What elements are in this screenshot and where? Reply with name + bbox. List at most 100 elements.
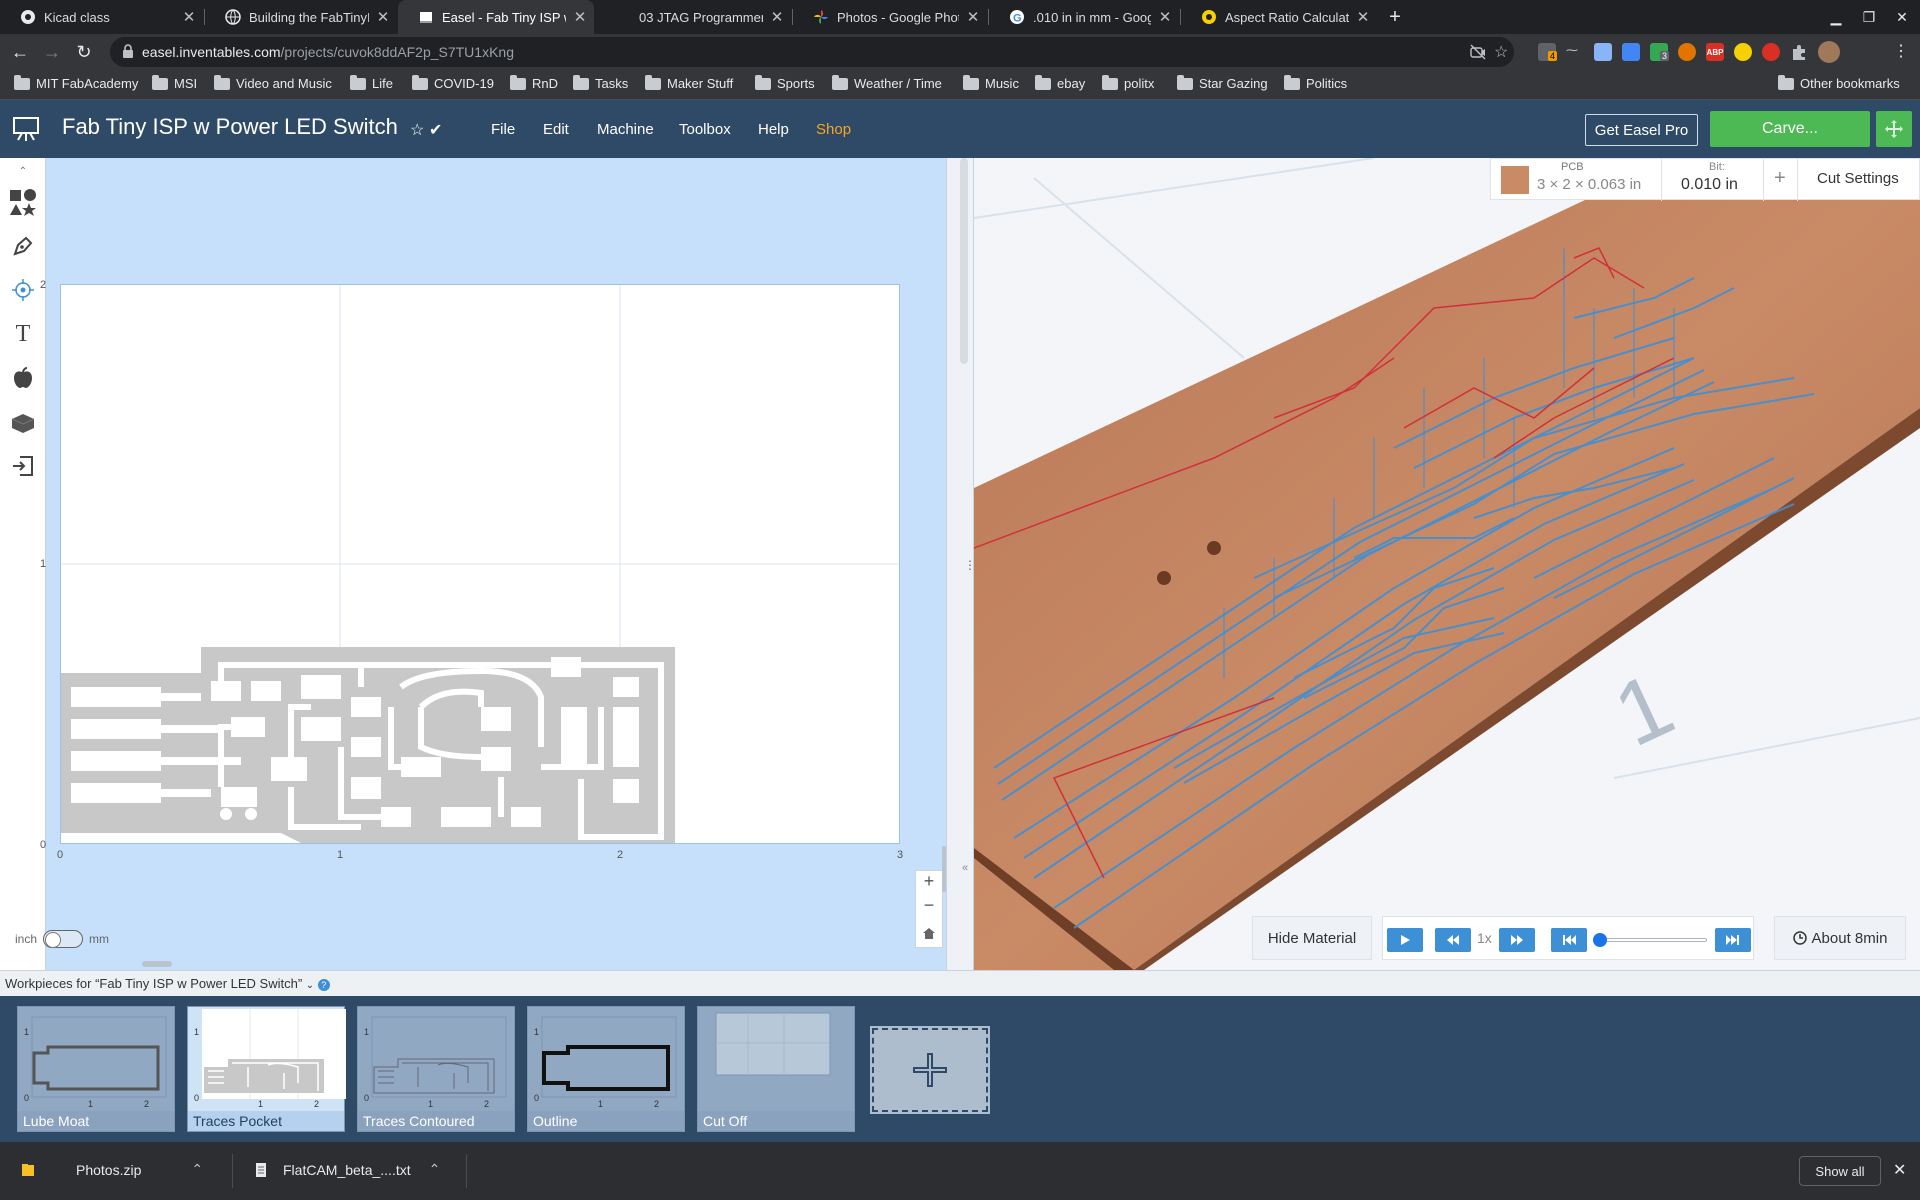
progress-slider-knob[interactable] <box>1593 933 1607 947</box>
point-tool-icon[interactable] <box>3 270 43 310</box>
close-icon[interactable]: ✕ <box>959 8 987 26</box>
close-downloads-icon[interactable]: ✕ <box>1893 1160 1906 1180</box>
address-bar[interactable]: easel.inventables.com/projects/cuvok8ddA… <box>110 37 1514 67</box>
extension-dots-icon[interactable]: ⁓ <box>1566 43 1584 61</box>
easel-logo-icon[interactable] <box>12 116 40 142</box>
close-icon[interactable]: ✕ <box>369 8 397 26</box>
pen-tool-icon[interactable] <box>3 226 43 266</box>
forward-arrow-icon[interactable]: → <box>38 38 66 66</box>
menu-help[interactable]: Help <box>758 121 789 138</box>
extension-ring-icon[interactable] <box>1734 43 1752 61</box>
design-canvas[interactable]: 2 1 0 0 1 2 3 + − <box>40 158 946 970</box>
tab-aspect-ratio-calculator[interactable]: Aspect Ratio Calculator (ARC) ✕ <box>1181 0 1377 34</box>
close-icon[interactable]: ✕ <box>1349 8 1377 26</box>
shapes-tool-icon[interactable] <box>3 182 43 222</box>
workpiece-material[interactable] <box>60 284 900 844</box>
extension-cloud-icon[interactable]: 4 <box>1538 43 1558 61</box>
hide-material-button[interactable]: Hide Material <box>1252 916 1372 960</box>
skip-start-button[interactable] <box>1551 928 1587 952</box>
workpiece-outline[interactable]: 1 0 1 2 Outline <box>527 1006 685 1132</box>
new-tab-button[interactable]: + <box>1379 0 1411 34</box>
menu-shop[interactable]: Shop <box>816 121 851 138</box>
fast-forward-button[interactable] <box>1499 928 1535 952</box>
divider-scroll-thumb[interactable] <box>960 158 968 364</box>
extension-layers-icon[interactable] <box>1622 43 1640 61</box>
restore-icon[interactable]: ❐ <box>1853 0 1885 34</box>
tab-google-search[interactable]: G .010 in in mm - Google Search ✕ <box>989 0 1179 34</box>
zoom-in-button[interactable]: + <box>916 871 942 895</box>
more-menu-icon[interactable]: ⋮ <box>1892 43 1910 61</box>
bookmark-video-and-music[interactable]: Video and Music <box>214 74 332 91</box>
chevron-up-icon[interactable]: ⌃ <box>191 1161 203 1178</box>
bookmark-weather-time[interactable]: Weather / Time <box>832 74 942 91</box>
adblock-icon[interactable]: ABP <box>1706 43 1724 61</box>
design-horizontal-scrollbar[interactable] <box>142 961 172 967</box>
extension-shield-icon[interactable]: 3 <box>1650 43 1670 61</box>
minimize-icon[interactable]: ▁ <box>1820 0 1852 34</box>
speed-label[interactable]: 1x <box>1477 930 1492 946</box>
apple-icon[interactable] <box>3 358 43 398</box>
bookmark-tasks[interactable]: Tasks <box>573 74 628 91</box>
star-bookmark-icon[interactable]: ☆ <box>1494 42 1508 62</box>
workpiece-traces-contoured[interactable]: 1 0 1 2 Traces Contoured <box>357 1006 515 1132</box>
close-icon[interactable]: ✕ <box>763 8 791 26</box>
expand-preview-button[interactable] <box>1876 111 1912 147</box>
material-size[interactable]: 3 × 2 × 0.063 in <box>1537 176 1641 193</box>
home-view-icon[interactable] <box>916 919 942 947</box>
apps-blocks-icon[interactable] <box>3 402 43 442</box>
puzzle-piece-icon[interactable] <box>1790 43 1808 61</box>
bookmark-rnd[interactable]: RnD <box>510 74 558 91</box>
window-close-icon[interactable]: ✕ <box>1886 0 1918 34</box>
profile-avatar[interactable] <box>1818 41 1840 63</box>
tab-jtag-programmer[interactable]: 03 JTAG Programmer - Dan "N ✕ <box>595 0 791 34</box>
pcb-trace-design[interactable] <box>61 647 675 843</box>
3d-preview[interactable]: 1 <box>974 158 1920 970</box>
progress-slider[interactable] <box>1593 938 1707 942</box>
download-flatcam-txt[interactable]: FlatCAM_beta_....txt ⌃ <box>255 1161 440 1178</box>
camera-off-icon[interactable] <box>1470 44 1486 60</box>
add-workpiece-button[interactable] <box>870 1026 990 1114</box>
rewind-button[interactable] <box>1435 928 1471 952</box>
bookmark-politx[interactable]: politx <box>1102 74 1154 91</box>
bookmark-sports[interactable]: Sports <box>755 74 815 91</box>
extension-grid-icon[interactable] <box>1594 43 1612 61</box>
menu-machine[interactable]: Machine <box>597 121 654 138</box>
import-icon[interactable] <box>3 446 43 486</box>
star-icon[interactable]: ☆ <box>410 120 424 140</box>
get-easel-pro-button[interactable]: Get Easel Pro <box>1585 114 1698 146</box>
bookmark-msi[interactable]: MSI <box>152 74 197 91</box>
workpiece-lube-moat[interactable]: 1 0 1 2 Lube Moat <box>17 1006 175 1132</box>
bookmark-mit-fabacademy[interactable]: MIT FabAcademy <box>14 74 138 91</box>
download-photos-zip[interactable]: Photos.zip ⌃ <box>20 1161 203 1178</box>
bookmark-life[interactable]: Life <box>350 74 393 91</box>
bookmark-star-gazing[interactable]: Star Gazing <box>1177 74 1268 91</box>
carve-button[interactable]: Carve... <box>1710 111 1870 147</box>
workpiece-cut-off[interactable]: Cut Off <box>697 1006 855 1132</box>
zoom-out-button[interactable]: − <box>916 895 942 919</box>
skip-end-button[interactable] <box>1715 928 1751 952</box>
menu-file[interactable]: File <box>491 121 515 138</box>
bookmark-music[interactable]: Music <box>963 74 1019 91</box>
project-title[interactable]: Fab Tiny ISP w Power LED Switch <box>62 114 398 140</box>
text-tool-icon[interactable]: T <box>3 314 43 354</box>
menu-toolbox[interactable]: Toolbox <box>679 121 731 138</box>
close-icon[interactable]: ✕ <box>175 8 203 26</box>
bit-value[interactable]: 0.010 in <box>1681 176 1738 194</box>
play-button[interactable] <box>1387 928 1423 952</box>
cut-settings-button[interactable]: Cut Settings <box>1817 170 1899 187</box>
show-all-downloads-button[interactable]: Show all <box>1799 1156 1881 1186</box>
collapse-tools-icon[interactable]: ⌃ <box>3 160 43 182</box>
close-icon[interactable]: ✕ <box>566 8 594 26</box>
tab-kicad-class[interactable]: Kicad class ✕ <box>0 0 203 34</box>
expand-left-icon[interactable]: « <box>962 862 968 874</box>
bookmark-maker-stuff[interactable]: Maker Stuff <box>645 74 733 91</box>
back-arrow-icon[interactable]: ← <box>6 38 34 66</box>
bookmark-covid-19[interactable]: COVID-19 <box>412 74 494 91</box>
bookmark-other[interactable]: Other bookmarks <box>1778 74 1900 91</box>
chevron-up-icon[interactable]: ⌃ <box>429 1161 441 1178</box>
workpieces-label[interactable]: Workpieces for “Fab Tiny ISP w Power LED… <box>5 976 330 991</box>
tab-easel[interactable]: Easel - Fab Tiny ISP w Power L ✕ <box>398 0 594 34</box>
tab-google-photos[interactable]: Photos - Google Photos ✕ <box>793 0 987 34</box>
tab-building-fabtinyisp[interactable]: Building the FabTinyISP ✕ <box>205 0 397 34</box>
material-swatch[interactable] <box>1501 166 1529 194</box>
